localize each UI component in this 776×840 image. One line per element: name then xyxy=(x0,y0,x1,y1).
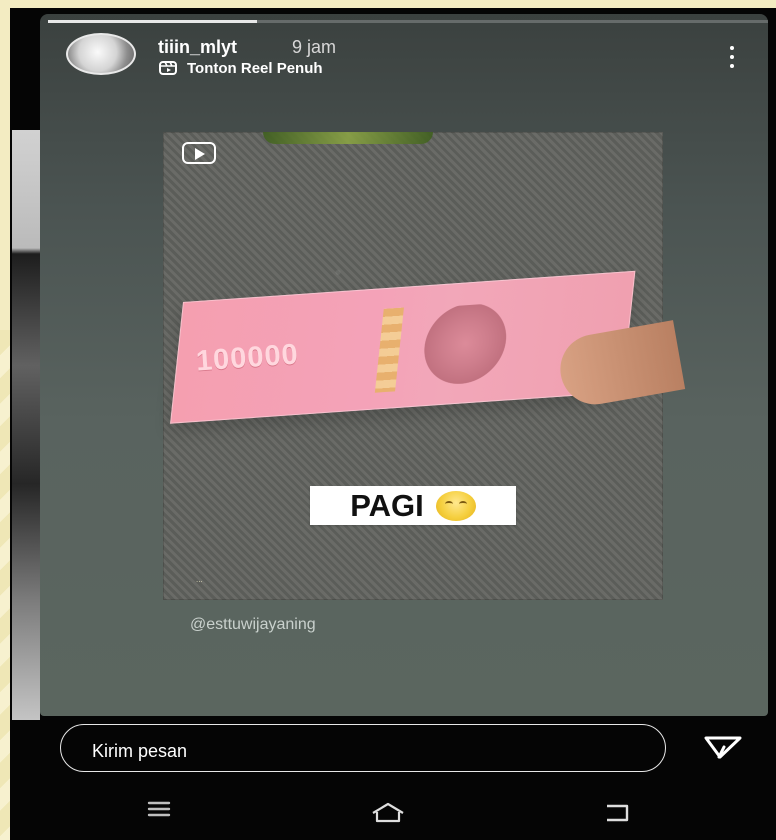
more-dot-icon xyxy=(730,64,734,68)
more-dot-icon xyxy=(730,55,734,59)
back-icon[interactable] xyxy=(597,798,637,826)
small-caption: ... xyxy=(196,575,203,584)
message-placeholder: Kirim pesan xyxy=(92,741,188,761)
screenshot-frame: tiiin_mlyt 9 jam Tonton Reel Penuh 10000… xyxy=(0,0,776,840)
video-badge-icon xyxy=(182,142,216,164)
mention-link[interactable]: @esttuwijayaning xyxy=(190,616,316,634)
username[interactable]: tiiin_mlyt xyxy=(158,37,237,58)
watch-full-reel-link[interactable]: Tonton Reel Penuh xyxy=(187,60,323,77)
menu-icon[interactable] xyxy=(145,798,173,820)
avatar[interactable] xyxy=(66,33,136,75)
sticker-text: PAGI xyxy=(350,487,424,523)
send-icon[interactable] xyxy=(700,733,746,761)
home-icon[interactable] xyxy=(365,798,411,826)
previous-story-edge[interactable] xyxy=(12,130,40,720)
story-progress-fill xyxy=(48,20,257,23)
green-leaf-decoration xyxy=(263,132,433,144)
text-sticker: PAGI xyxy=(310,486,516,525)
smile-emoji-icon xyxy=(435,490,476,521)
post-time: 9 jam xyxy=(292,37,337,57)
more-vertical-icon[interactable] xyxy=(724,46,740,68)
story-progress-bar xyxy=(48,20,768,23)
reel-icon xyxy=(159,61,177,75)
more-dot-icon xyxy=(730,46,734,50)
